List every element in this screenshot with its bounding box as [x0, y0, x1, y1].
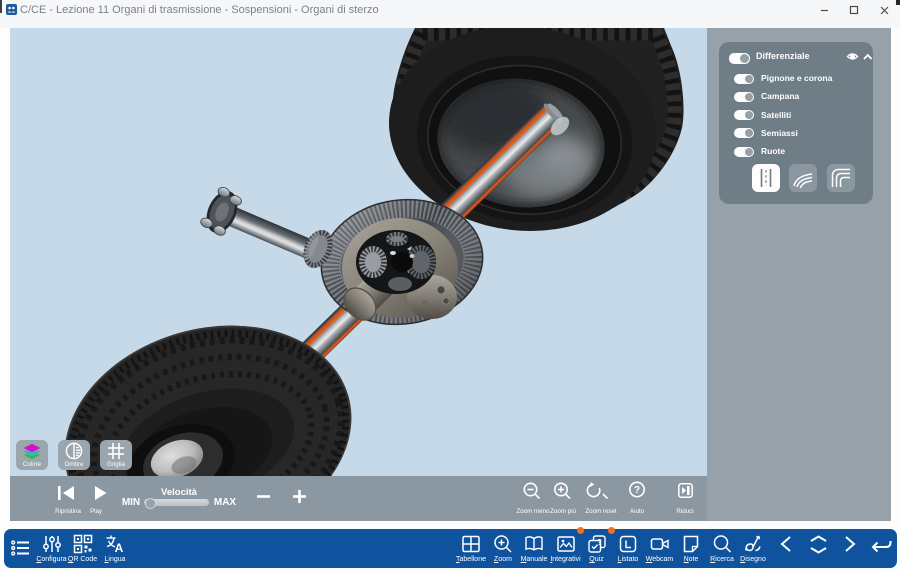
- svg-text:?: ?: [634, 485, 640, 496]
- svg-text:A: A: [115, 541, 124, 554]
- svg-text:?: ?: [597, 538, 602, 547]
